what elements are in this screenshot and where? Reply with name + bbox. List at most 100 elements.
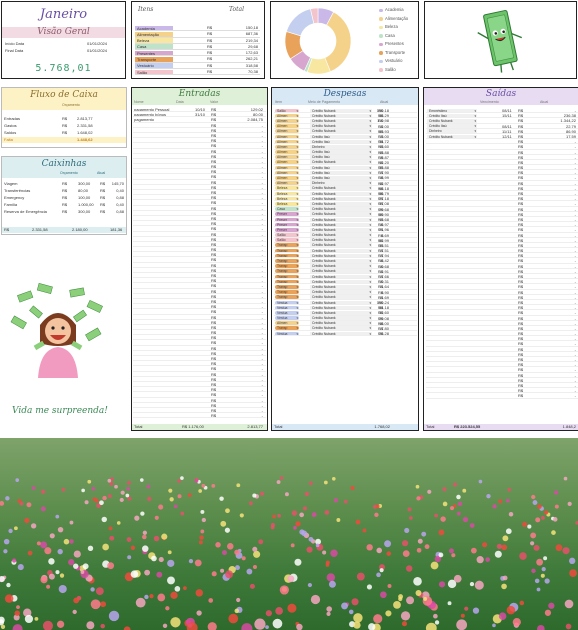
outflow-name-dropdown[interactable]: Dinheiro bbox=[427, 129, 477, 133]
expense-category-dropdown[interactable]: Vestua bbox=[275, 310, 299, 315]
outflow-name-dropdown[interactable]: Crédito Itaú bbox=[427, 113, 477, 118]
expense-category-dropdown[interactable]: Transp bbox=[275, 290, 299, 294]
expense-category-dropdown[interactable]: Salão bbox=[275, 108, 299, 113]
expense-category-dropdown[interactable]: Transp bbox=[275, 264, 299, 268]
expense-category-dropdown[interactable]: Alimen bbox=[275, 176, 299, 180]
payment-method-dropdown[interactable]: Crédito Nubank bbox=[310, 129, 372, 133]
payment-method-dropdown[interactable]: Crédito Nubank bbox=[310, 160, 372, 165]
payment-method-dropdown[interactable]: Crédito Nubank bbox=[310, 238, 372, 242]
payment-method-dropdown[interactable]: Crédito Nubank bbox=[310, 321, 372, 325]
payment-method-dropdown[interactable]: Crédito Nubank bbox=[310, 326, 372, 331]
payment-method-dropdown[interactable]: Crédito Nubank bbox=[310, 222, 372, 227]
payment-method-dropdown[interactable]: Crédito Nubank bbox=[310, 300, 372, 305]
expense-category-dropdown[interactable]: Beleza bbox=[275, 191, 299, 196]
payment-method-dropdown[interactable]: Crédito Nubank bbox=[310, 217, 372, 222]
item-label[interactable]: Presentes bbox=[135, 50, 173, 56]
payment-method-dropdown[interactable]: Crédito Nubank bbox=[310, 118, 372, 123]
payment-method-dropdown[interactable]: Crédito Nubank bbox=[310, 290, 372, 294]
payment-method-dropdown[interactable]: Crédito Nubank bbox=[310, 279, 372, 284]
expense-category-dropdown[interactable]: Alimen bbox=[275, 181, 299, 185]
income-row[interactable]: R$ - bbox=[133, 413, 266, 419]
expense-category-dropdown[interactable]: Alimen bbox=[275, 118, 299, 123]
expense-category-dropdown[interactable]: Transp bbox=[275, 279, 299, 284]
payment-method-dropdown[interactable]: Crédito Nubank bbox=[310, 196, 372, 201]
payment-method-dropdown[interactable]: Crédito Nubank bbox=[310, 201, 372, 206]
payment-method-dropdown[interactable]: Crédito Nubank bbox=[310, 227, 372, 232]
outflow-name-dropdown[interactable]: Crédito Nubank bbox=[427, 118, 477, 123]
payment-method-dropdown[interactable]: Crédito Nubank bbox=[310, 186, 372, 190]
item-label[interactable]: Transporte bbox=[135, 56, 173, 62]
outflow-name-dropdown[interactable]: Crédito Nubank bbox=[427, 134, 477, 139]
expense-category-dropdown[interactable]: Transp bbox=[275, 269, 299, 273]
payment-method-dropdown[interactable]: Crédito Itaú bbox=[310, 150, 372, 154]
outflow-name-dropdown[interactable]: Empréstimo bbox=[427, 108, 477, 113]
item-label[interactable]: Alimentação bbox=[135, 31, 173, 37]
item-label[interactable]: Beleza bbox=[135, 38, 173, 43]
expense-category-dropdown[interactable]: Vestua bbox=[275, 331, 299, 336]
payment-method-dropdown[interactable]: Crédito Nubank bbox=[310, 191, 372, 196]
payment-method-dropdown[interactable]: Crédito Nubank bbox=[310, 124, 372, 128]
payment-method-dropdown[interactable]: Crédito Nubank bbox=[310, 305, 372, 310]
expense-category-dropdown[interactable]: Transp bbox=[275, 243, 299, 248]
expense-category-dropdown[interactable]: Alimen bbox=[275, 155, 299, 159]
expense-category-dropdown[interactable]: Preser bbox=[275, 217, 299, 222]
expense-category-dropdown[interactable]: Salão bbox=[275, 233, 299, 237]
expense-category-dropdown[interactable]: Alimen bbox=[275, 113, 299, 118]
expense-category-dropdown[interactable]: Alimen bbox=[275, 170, 299, 175]
payment-method-dropdown[interactable]: Crédito Nubank bbox=[310, 113, 372, 118]
expense-category-dropdown[interactable]: Vestua bbox=[275, 300, 299, 305]
outflow-value[interactable]: - bbox=[575, 393, 576, 397]
expense-category-dropdown[interactable]: Alimen bbox=[275, 150, 299, 154]
item-label[interactable]: Academia bbox=[135, 25, 173, 31]
expense-category-dropdown[interactable]: Casa bbox=[275, 207, 299, 211]
payment-method-dropdown[interactable]: Crédito Itaú bbox=[310, 176, 372, 180]
payment-method-dropdown[interactable]: Crédito Nubank bbox=[310, 264, 372, 268]
payment-method-dropdown[interactable]: Crédito Itaú bbox=[310, 139, 372, 144]
expense-category-dropdown[interactable]: Beleza bbox=[275, 196, 299, 201]
expense-category-dropdown[interactable]: Salão bbox=[275, 238, 299, 242]
payment-method-dropdown[interactable]: Crédito Nubank bbox=[310, 269, 372, 273]
expense-category-dropdown[interactable]: Preser bbox=[275, 227, 299, 232]
payment-method-dropdown[interactable]: Crédito Nubank bbox=[310, 295, 372, 299]
end-date-value[interactable]: 01/01/2024 bbox=[87, 48, 107, 53]
expense-category-dropdown[interactable]: Alimen bbox=[275, 139, 299, 144]
item-label[interactable]: Salão bbox=[135, 69, 173, 75]
expense-category-dropdown[interactable]: Vestua bbox=[275, 305, 299, 310]
expense-category-dropdown[interactable]: Transp bbox=[275, 326, 299, 331]
payment-method-dropdown[interactable]: Crédito Nubank bbox=[310, 253, 372, 258]
expense-category-dropdown[interactable]: Vestua bbox=[275, 316, 299, 320]
payment-method-dropdown[interactable]: Crédito Nubank bbox=[310, 259, 372, 263]
expense-category-dropdown[interactable]: Transp bbox=[275, 248, 299, 253]
payment-method-dropdown[interactable]: Crédito Nubank bbox=[310, 233, 372, 237]
payment-method-dropdown[interactable]: Dinheiro bbox=[310, 181, 372, 185]
expense-category-dropdown[interactable]: Preser bbox=[275, 222, 299, 227]
expense-category-dropdown[interactable]: Alimen bbox=[275, 134, 299, 139]
expense-category-dropdown[interactable]: Alimen bbox=[275, 165, 299, 170]
expense-category-dropdown[interactable]: Beleza bbox=[275, 186, 299, 190]
expense-category-dropdown[interactable]: Preser bbox=[275, 212, 299, 216]
item-label[interactable]: Casa bbox=[135, 44, 173, 50]
outflow-name-dropdown[interactable]: Crédito Itaú bbox=[427, 124, 477, 128]
payment-method-dropdown[interactable]: Crédito Nubank bbox=[310, 274, 372, 279]
expense-category-dropdown[interactable]: Alimen bbox=[275, 321, 299, 325]
payment-method-dropdown[interactable]: Dinheiro bbox=[310, 144, 372, 149]
payment-method-dropdown[interactable]: Crédito Nubank bbox=[310, 248, 372, 253]
expense-category-dropdown[interactable]: Transp bbox=[275, 259, 299, 263]
payment-method-dropdown[interactable]: Crédito Nubank bbox=[310, 284, 372, 289]
payment-method-dropdown[interactable]: Crédito Itaú bbox=[310, 155, 372, 159]
payment-method-dropdown[interactable]: Crédito Itaú bbox=[310, 165, 372, 170]
payment-method-dropdown[interactable]: Crédito Nubank bbox=[310, 331, 372, 336]
payment-method-dropdown[interactable]: Crédito Itaú bbox=[310, 170, 372, 175]
payment-method-dropdown[interactable]: Crédito Nubank bbox=[310, 316, 372, 320]
expense-category-dropdown[interactable]: Alimen bbox=[275, 129, 299, 133]
expense-category-dropdown[interactable]: Transp bbox=[275, 295, 299, 299]
expense-category-dropdown[interactable]: Transp bbox=[275, 284, 299, 289]
payment-method-dropdown[interactable]: Crédito Nubank bbox=[310, 243, 372, 248]
payment-method-dropdown[interactable]: Crédito Itaú bbox=[310, 134, 372, 139]
expense-category-dropdown[interactable]: Alimen bbox=[275, 160, 299, 165]
start-date-value[interactable]: 01/01/2024 bbox=[87, 41, 107, 46]
income-value[interactable]: - bbox=[262, 413, 263, 417]
payment-method-dropdown[interactable]: Crédito Nubank bbox=[310, 310, 372, 315]
item-label[interactable]: Vestuário bbox=[135, 63, 173, 69]
payment-method-dropdown[interactable]: Crédito Nubank bbox=[310, 108, 372, 113]
